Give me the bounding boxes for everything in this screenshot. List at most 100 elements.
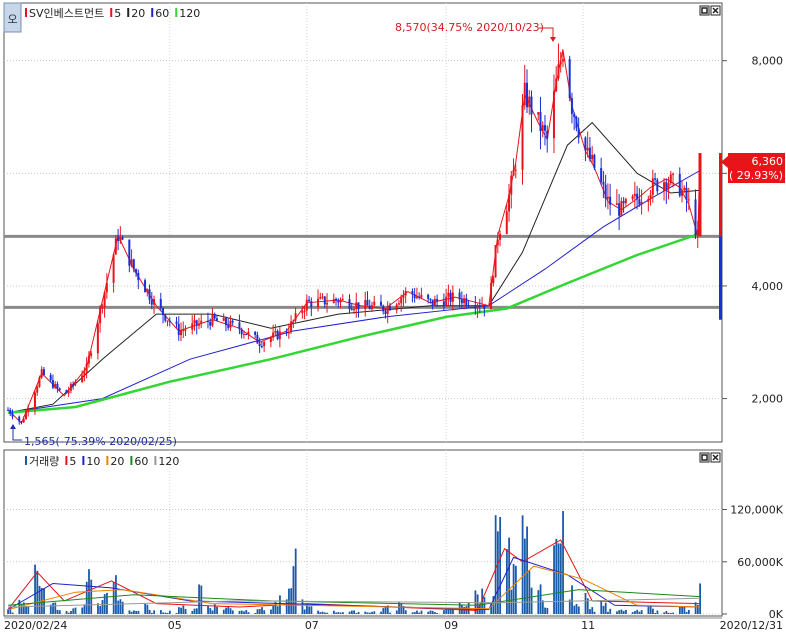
candle-body <box>159 298 162 309</box>
candle-body <box>256 335 259 344</box>
candle-body <box>222 318 225 321</box>
volume-bar <box>357 611 360 614</box>
volume-bar <box>119 599 122 614</box>
candle-body <box>72 383 75 385</box>
candle-body <box>213 314 216 319</box>
volume-bar <box>27 606 30 614</box>
volume-bar <box>364 611 367 614</box>
candle-body <box>570 98 573 114</box>
candle-body <box>654 178 657 180</box>
candle-body <box>40 369 43 378</box>
candle-body <box>87 355 90 364</box>
candle-body <box>132 259 135 270</box>
candle-body <box>247 331 250 335</box>
volume-bar <box>510 589 513 614</box>
candle-body <box>355 302 358 310</box>
volume-bar <box>335 612 338 614</box>
volume-bar <box>672 612 675 614</box>
volume-bar <box>514 565 517 614</box>
volume-bar <box>640 610 643 614</box>
candle-body <box>317 298 320 307</box>
volume-bar <box>577 606 580 614</box>
candle-body <box>276 330 279 340</box>
volume-bar <box>366 612 369 614</box>
candle-body <box>631 196 634 200</box>
volume-bar <box>638 611 641 614</box>
candle-body <box>164 314 167 321</box>
candle-body <box>427 294 430 299</box>
volume-bar <box>272 605 275 614</box>
volume-bar <box>476 594 479 614</box>
candle-body <box>326 302 329 305</box>
candle-body <box>231 320 234 323</box>
candle-body <box>74 382 77 385</box>
legend-swatch <box>127 8 130 17</box>
volume-bar <box>25 605 27 614</box>
volume-bar <box>353 610 355 614</box>
volume-bar <box>323 612 326 614</box>
volume-bar <box>656 610 659 614</box>
price-tick-label: 2,000 <box>752 393 784 406</box>
candle-body <box>357 302 360 310</box>
candle-body <box>539 112 542 132</box>
volume-bar <box>400 603 403 614</box>
volume-bar <box>539 584 542 614</box>
candle-body <box>272 332 275 338</box>
candle-body <box>65 390 68 394</box>
volume-bar <box>58 610 61 614</box>
candle-body <box>197 323 200 326</box>
candle-body <box>81 375 84 383</box>
candle-body <box>119 237 122 241</box>
chart-canvas: 2,0004,0006,0008,000 오 SV인베스트먼트52060120 … <box>3 2 785 632</box>
candle-body <box>305 299 308 311</box>
volume-bar <box>310 606 313 614</box>
candle-body <box>640 201 643 205</box>
candle-body <box>229 320 232 328</box>
legend-swatch <box>154 456 157 465</box>
volume-bar <box>238 610 241 614</box>
candle-body <box>105 282 108 293</box>
candle-body <box>543 125 546 131</box>
candle-body <box>242 334 245 336</box>
candle-body <box>411 291 414 295</box>
x-tick-label: 05 <box>168 619 182 632</box>
candle-body <box>103 292 106 308</box>
candle-body <box>602 181 605 185</box>
candle-body <box>148 289 151 300</box>
candle-body <box>402 295 405 298</box>
candle-body <box>27 409 30 412</box>
volume-bar <box>616 611 618 614</box>
volume-bar <box>164 612 167 614</box>
candle-body <box>130 259 133 266</box>
candle-body <box>568 59 571 99</box>
legend-label: SV인베스트먼트 <box>29 7 104 20</box>
volume-bar <box>380 611 382 614</box>
candle-body <box>162 308 165 315</box>
candle-body <box>624 199 627 204</box>
volume-bar <box>101 600 104 614</box>
volume-bar <box>168 610 171 614</box>
logo-icon: 오 <box>7 13 17 26</box>
volume-bar <box>198 584 200 614</box>
volume-bar <box>247 612 250 614</box>
candle-body <box>121 237 124 240</box>
volume-bar <box>229 608 232 614</box>
candle-body <box>337 300 340 303</box>
volume-bar <box>593 611 596 614</box>
volume-bar <box>557 543 560 614</box>
volume-bar <box>243 611 245 614</box>
price-panel <box>3 2 723 443</box>
candle-body <box>379 301 382 306</box>
candle-body <box>56 383 59 389</box>
candle-body <box>593 154 596 169</box>
volume-bar <box>443 610 445 614</box>
candle-body <box>698 153 702 237</box>
volume-bar <box>11 612 14 614</box>
candle-body <box>292 320 295 322</box>
candle-body <box>415 296 418 299</box>
volume-bar <box>420 610 423 614</box>
candle-body <box>54 383 57 388</box>
legend-label: 120 <box>179 7 200 20</box>
volume-bar <box>521 515 524 614</box>
volume-bar <box>649 605 652 614</box>
